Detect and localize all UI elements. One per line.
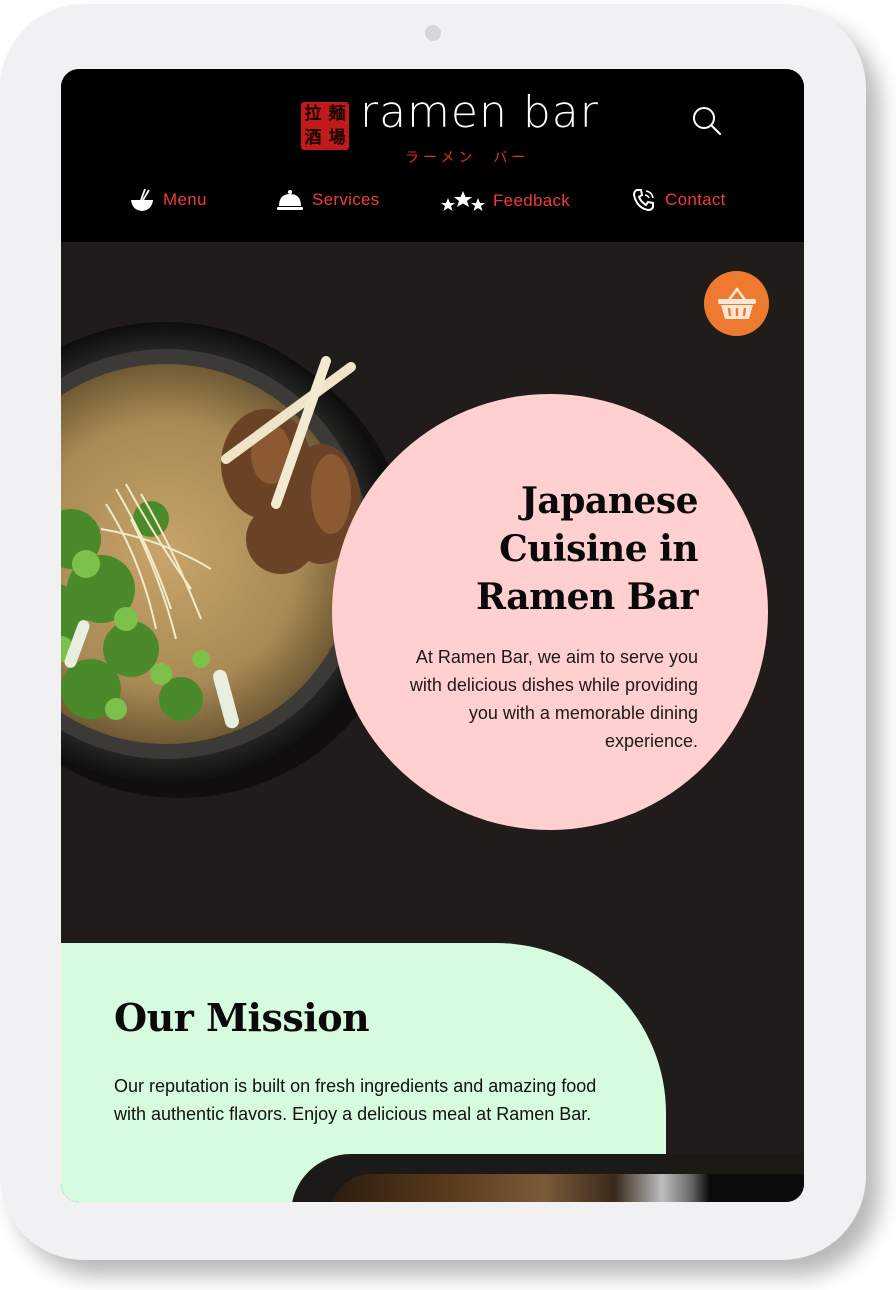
stars-icon [441,191,485,211]
nav-label-feedback: Feedback [493,191,571,210]
main-nav: Menu Services Feedback Contact [61,185,804,215]
mission-title: Our Mission [114,995,370,1040]
logo-name[interactable]: ramen bar [360,91,599,135]
restaurant-photo [331,1174,804,1202]
logo-stamp-char: 場 [328,127,346,148]
camera-dot [425,25,441,41]
nav-label-menu: Menu [163,190,207,209]
logo-stamp-char: 麺 [328,103,346,124]
nav-item-menu[interactable]: Menu [129,187,207,213]
nav-item-contact[interactable]: Contact [631,187,726,213]
cloche-icon [277,190,303,210]
screen: 拉 麺 酒 場 ramen bar ラーメン バー Menu Services … [61,69,804,1202]
nav-item-feedback[interactable]: Feedback [441,189,570,213]
logo-stamp[interactable]: 拉 麺 酒 場 [301,102,349,150]
bowl-icon [131,188,153,211]
hero-title: Japanese Cuisine in Ramen Bar [476,480,699,618]
phone-icon [632,189,654,212]
nav-item-services[interactable]: Services [276,187,380,213]
logo-stamp-char: 拉 [304,103,322,124]
basket-icon [717,287,756,319]
site-header: 拉 麺 酒 場 ramen bar ラーメン バー Menu Services … [61,69,804,242]
logo-stamp-char: 酒 [304,127,322,148]
hero-description: At Ramen Bar, we aim to serve you with d… [409,647,698,751]
cart-button[interactable] [704,271,769,336]
nav-label-contact: Contact [665,190,726,209]
mission-description: Our reputation is built on fresh ingredi… [114,1076,597,1124]
search-icon[interactable] [691,105,723,137]
tablet-frame: 拉 麺 酒 場 ramen bar ラーメン バー Menu Services … [0,4,866,1260]
logo-subtitle: ラーメン バー [405,150,530,166]
nav-label-services: Services [312,190,380,209]
